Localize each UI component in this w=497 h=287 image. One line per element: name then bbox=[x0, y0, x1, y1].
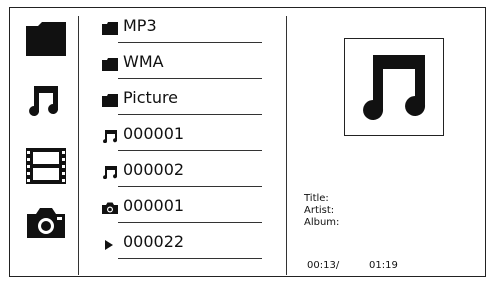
sidebar-camera-icon[interactable] bbox=[24, 200, 68, 244]
list-item-label: 000001 bbox=[123, 196, 185, 215]
list-item[interactable]: 000022 bbox=[102, 228, 262, 264]
total-time: 01:19 bbox=[369, 260, 398, 271]
album-cover bbox=[344, 38, 444, 136]
list-item[interactable]: MP3 bbox=[102, 12, 262, 48]
sidebar-music-icon[interactable] bbox=[24, 76, 68, 120]
list-item[interactable]: 000001 bbox=[102, 120, 262, 156]
row-underline bbox=[118, 222, 262, 223]
divider-right bbox=[286, 16, 287, 275]
elapsed-time: 00:13/ bbox=[307, 260, 340, 271]
folder-icon bbox=[102, 21, 118, 35]
list-item-label: Picture bbox=[123, 88, 179, 107]
row-underline bbox=[118, 150, 262, 151]
row-underline bbox=[118, 258, 262, 259]
file-list: MP3 WMA Picture 000001 000002 000001 000… bbox=[102, 12, 262, 264]
title-label: Title: bbox=[304, 193, 329, 204]
row-underline bbox=[118, 186, 262, 187]
camera-icon bbox=[102, 201, 118, 215]
sidebar-film-icon[interactable] bbox=[24, 144, 68, 188]
divider-left bbox=[78, 16, 79, 275]
play-icon bbox=[102, 237, 118, 251]
album-label: Album: bbox=[304, 217, 340, 228]
list-item-label: 000002 bbox=[123, 160, 185, 179]
sidebar-folder-icon[interactable] bbox=[24, 16, 68, 60]
folder-icon bbox=[102, 57, 118, 71]
row-underline bbox=[118, 42, 262, 43]
list-item-label: MP3 bbox=[123, 16, 157, 35]
list-item[interactable]: 000002 bbox=[102, 156, 262, 192]
list-item-label: WMA bbox=[123, 52, 164, 71]
list-item[interactable]: WMA bbox=[102, 48, 262, 84]
list-item-label: 000001 bbox=[123, 124, 185, 143]
music-note-icon bbox=[363, 55, 426, 120]
artist-label: Artist: bbox=[304, 205, 335, 216]
folder-icon bbox=[102, 93, 118, 107]
list-item[interactable]: Picture bbox=[102, 84, 262, 120]
music-note-icon bbox=[102, 129, 118, 143]
list-item[interactable]: 000001 bbox=[102, 192, 262, 228]
row-underline bbox=[118, 78, 262, 79]
row-underline bbox=[118, 114, 262, 115]
list-item-label: 000022 bbox=[123, 232, 185, 251]
music-note-icon bbox=[102, 165, 118, 179]
